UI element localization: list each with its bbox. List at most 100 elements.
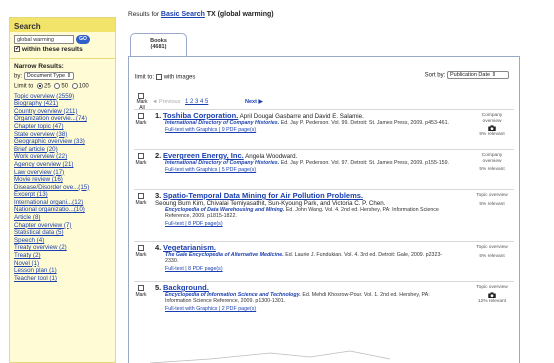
- full-text-link[interactable]: Full-text with Graphics | 9 PDF page(s): [165, 127, 256, 133]
- sidebar-heading: Search: [10, 18, 115, 32]
- by-label: by:: [14, 73, 23, 80]
- facet-link[interactable]: Lesson plan (1): [14, 267, 111, 275]
- facet-link[interactable]: Movie review (16): [14, 176, 111, 184]
- facet-link[interactable]: Organization overvie...(74): [14, 115, 111, 123]
- facet-link[interactable]: Country overview (211): [14, 108, 111, 116]
- result-body: 4. Vegetarianism. The Gale Encyclopedia …: [155, 244, 455, 273]
- mark-all-checkbox[interactable]: [138, 93, 144, 99]
- source-details: Ed. Jay P. Pederson. Vol. 97. Detroit: S…: [280, 160, 450, 166]
- limit-to-label: limit to:: [135, 74, 155, 81]
- facet-list: Topic overview (2559) Biography (421) Co…: [10, 92, 115, 284]
- result-number: 5.: [155, 283, 162, 292]
- sidebar-search: global warming GO ✓ within these results: [10, 32, 115, 55]
- result-body: 3. Spatio-Temporal Data Mining for Air P…: [155, 192, 455, 228]
- mark-control[interactable]: Mark: [134, 113, 148, 126]
- mark-checkbox[interactable]: [138, 285, 144, 291]
- facet-link[interactable]: Speech (4): [14, 237, 111, 245]
- result-links: Full-text | 8 PDF page(s): [155, 221, 455, 228]
- result-number: 3.: [155, 191, 162, 200]
- relevance: 12% relevant: [478, 298, 506, 304]
- result-title-link[interactable]: Vegetarianism.: [163, 243, 216, 252]
- within-results-checkbox[interactable]: ✓: [14, 46, 20, 53]
- results-header: Results for Basic Search TX (global warm…: [128, 11, 274, 18]
- facet-link[interactable]: Law overview (17): [14, 169, 111, 177]
- within-results-label: within these results: [22, 46, 83, 53]
- source-title: Encyclopedia of Data Warehousing and Min…: [165, 207, 285, 213]
- narrow-by-select[interactable]: Document Type ⇕: [23, 72, 75, 80]
- narrow-results-sidebar: Search global warming GO ✓ within these re…: [9, 17, 116, 363]
- result-meta: Topic overview 5% relevant: [474, 245, 510, 259]
- chevron-down-icon: ⇕: [66, 73, 72, 79]
- facet-link[interactable]: Geographic overview (33): [14, 138, 111, 146]
- result-title-link[interactable]: Evergreen Energy, Inc.: [163, 151, 244, 160]
- facet-link[interactable]: State overview (38): [14, 131, 111, 139]
- relevance: 5% relevant: [479, 167, 505, 172]
- result-links: Full-text with Graphics | 9 PDF page(s): [155, 127, 455, 134]
- full-text-link[interactable]: Full-text with Graphics | 5 PDF page(s): [165, 167, 256, 173]
- facet-link[interactable]: Chapter topic (47): [14, 123, 111, 131]
- result-title-link[interactable]: Spatio-Temporal Data Mining for Air Poll…: [163, 191, 363, 200]
- with-images-label: with images: [163, 74, 196, 81]
- facet-link[interactable]: International organi...(12): [14, 199, 111, 207]
- limit-50-radio[interactable]: [54, 83, 61, 89]
- result-source: Encyclopedia of Data Warehousing and Min…: [155, 207, 455, 220]
- basic-search-link[interactable]: Basic Search: [161, 11, 205, 18]
- limit-100-radio[interactable]: [71, 83, 78, 89]
- result-authors: April Dougal Gasbarre and David E. Salam…: [239, 113, 364, 120]
- within-results-option[interactable]: ✓ within these results: [14, 46, 111, 53]
- result-source: The Gale Encyclopedia of Alternative Med…: [155, 252, 455, 265]
- mark-checkbox[interactable]: [138, 245, 144, 251]
- facet-link[interactable]: Topic overview (2559): [14, 93, 111, 101]
- facet-link[interactable]: Brief article (20): [14, 146, 111, 154]
- facet-link[interactable]: Treaty overview (2): [14, 244, 111, 252]
- result-meta: Topic overview 12% relevant: [474, 285, 510, 304]
- mark-control[interactable]: Mark: [134, 285, 148, 298]
- facet-link[interactable]: Excerpt (13): [14, 191, 111, 199]
- facet-link[interactable]: Treaty (2): [14, 252, 111, 260]
- result-source: Encyclopedia of Information Science and …: [155, 292, 455, 305]
- go-button[interactable]: GO: [76, 35, 90, 44]
- search-input[interactable]: global warming: [14, 35, 74, 44]
- full-text-link[interactable]: Full-text with Graphics | 2 PDF page(s): [165, 306, 256, 312]
- mark-control[interactable]: Mark: [134, 193, 148, 206]
- query-text: TX (global warming): [206, 11, 274, 18]
- facet-link[interactable]: National organizatio...(10): [14, 206, 111, 214]
- with-images-checkbox[interactable]: [155, 74, 162, 80]
- facet-link[interactable]: Agency overview (21): [14, 161, 111, 169]
- source-title: The Gale Encyclopedia of Alternative Med…: [165, 252, 284, 258]
- facet-link[interactable]: Biography (421): [14, 100, 111, 108]
- tab-books[interactable]: Books (4681): [130, 33, 187, 57]
- full-text-link[interactable]: Full-text | 8 PDF page(s): [165, 221, 223, 227]
- facet-link[interactable]: Teacher tool (1): [14, 275, 111, 283]
- chevron-down-icon: ⇕: [491, 72, 497, 78]
- limit-25-radio[interactable]: [37, 83, 44, 89]
- result-meta: Company overview 5% relevant: [474, 113, 510, 138]
- facet-link[interactable]: Statistical data (5): [14, 229, 111, 237]
- source-title: Encyclopedia of Information Science and …: [165, 292, 301, 298]
- sort-select[interactable]: Publication Date ⇕: [447, 71, 509, 79]
- result-row: Mark 2. Evergreen Energy, Inc. Angela Wo…: [134, 149, 514, 189]
- document-type: Company overview: [481, 153, 503, 164]
- mark-checkbox[interactable]: [138, 113, 144, 119]
- facet-link[interactable]: Novel (1): [14, 260, 111, 268]
- mark-checkbox[interactable]: [138, 153, 144, 159]
- next-link[interactable]: Next ▶: [245, 99, 263, 105]
- document-type: Topic overview: [476, 193, 508, 198]
- facet-link[interactable]: Article (8): [14, 214, 111, 222]
- result-authors: Seoung Bum Kim, Chivalai Temiyasathit, S…: [155, 200, 386, 207]
- tab-books-count: (4681): [150, 44, 167, 50]
- facet-link[interactable]: Work overview (22): [14, 153, 111, 161]
- full-text-link[interactable]: Full-text | 8 PDF page(s): [165, 266, 223, 272]
- sort-row: Sort by: Publication Date ⇕: [425, 71, 509, 79]
- mark-control[interactable]: Mark: [134, 153, 148, 166]
- mark-checkbox[interactable]: [138, 193, 144, 199]
- limit-50-label: 50: [61, 83, 69, 90]
- mark-control[interactable]: Mark: [134, 245, 148, 258]
- result-title-link[interactable]: Background.: [163, 283, 209, 292]
- result-number: 1.: [155, 111, 162, 120]
- facet-link[interactable]: Chapter overview (7): [14, 222, 111, 230]
- facet-link[interactable]: Disease/Disorder ove...(15): [14, 184, 111, 192]
- result-authors: Angela Woodward.: [245, 153, 298, 160]
- page-numbers[interactable]: 1 2 3 4 5: [185, 99, 208, 105]
- result-title-link[interactable]: Toshiba Corporation.: [163, 111, 238, 120]
